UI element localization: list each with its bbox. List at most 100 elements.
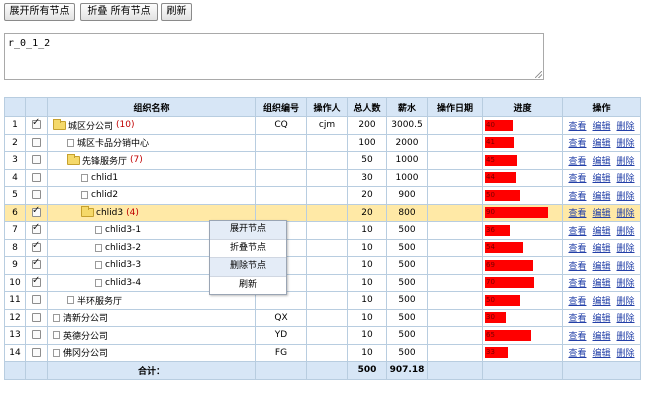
org-code: FG	[255, 343, 307, 362]
delete-link[interactable]: 删除	[617, 157, 635, 167]
view-link[interactable]: 查看	[568, 244, 586, 254]
table-row[interactable]: 9 chlid3-3 10 500 69 查看编辑删除	[4, 256, 641, 275]
menu-item-collapse-node[interactable]: 折叠节点	[210, 240, 286, 258]
org-name[interactable]: 英德分公司	[63, 329, 108, 342]
row-checkbox[interactable]	[32, 275, 41, 287]
edit-link[interactable]: 编辑	[592, 332, 610, 342]
row-checkbox[interactable]	[32, 117, 41, 130]
operation-date	[427, 221, 483, 240]
menu-item-expand-node[interactable]: 展开节点	[210, 221, 286, 240]
view-link[interactable]: 查看	[568, 332, 586, 342]
edit-link[interactable]: 编辑	[592, 297, 610, 307]
delete-link[interactable]: 删除	[617, 192, 635, 202]
delete-link[interactable]: 删除	[617, 297, 635, 307]
delete-link[interactable]: 删除	[617, 209, 635, 219]
org-name[interactable]: chlid3-2	[105, 243, 141, 253]
progress-bar: 50	[485, 189, 520, 201]
row-checkbox[interactable]	[32, 222, 41, 235]
row-checkbox[interactable]	[32, 172, 41, 182]
operation-date	[427, 238, 483, 257]
resize-grip-icon[interactable]	[535, 71, 542, 78]
view-link[interactable]: 查看	[568, 262, 586, 272]
delete-link[interactable]: 删除	[617, 332, 635, 342]
edit-link[interactable]: 编辑	[592, 227, 610, 237]
view-link[interactable]: 查看	[568, 122, 586, 132]
table-row[interactable]: 12 清新分公司 QX 10 500 30 查看 编辑 删除	[4, 308, 641, 327]
org-name[interactable]: chlid3-4	[105, 278, 141, 288]
org-name[interactable]: chlid3-1	[105, 225, 141, 235]
edit-link[interactable]: 编辑	[592, 139, 610, 149]
table-row[interactable]: 11 半环服务厅 10 500 50 查看 编辑 删除	[4, 291, 641, 310]
delete-link[interactable]: 删除	[617, 244, 635, 254]
view-link[interactable]: 查看	[568, 157, 586, 167]
edit-link[interactable]: 编辑	[592, 262, 610, 272]
delete-link[interactable]: 删除	[617, 279, 635, 289]
menu-item-refresh[interactable]: 刷新	[210, 277, 286, 295]
node-id-textarea[interactable]: r_0_1_2	[4, 33, 544, 80]
row-checkbox[interactable]	[32, 330, 41, 340]
menu-item-delete-node[interactable]: 删除节点	[210, 258, 286, 277]
edit-link[interactable]: 编辑	[592, 244, 610, 254]
table-row[interactable]: 4 chlid1 30 1000 44 查看 编辑 删除	[4, 168, 641, 187]
view-link[interactable]: 查看	[568, 297, 586, 307]
table-row[interactable]: 2 城区卡品分销中心 100 2000 41 查看 编辑 删除	[4, 133, 641, 152]
org-name[interactable]: chlid2	[91, 190, 118, 200]
delete-link[interactable]: 删除	[617, 122, 635, 132]
view-link[interactable]: 查看	[568, 279, 586, 289]
org-name[interactable]: 清新分公司	[63, 311, 108, 324]
table-row[interactable]: 10 chlid3-4 10 500 70 查看编辑删除	[4, 273, 641, 292]
org-name[interactable]: chlid1	[91, 173, 118, 183]
delete-link[interactable]: 删除	[617, 349, 635, 359]
row-checkbox[interactable]	[32, 155, 41, 165]
table-row[interactable]: 3 先锋服务厅 (7) 50 1000 45 查看 编辑 删除	[4, 151, 641, 170]
view-link[interactable]: 查看	[568, 192, 586, 202]
org-name[interactable]: chlid3	[96, 208, 123, 218]
total-people: 10	[347, 326, 387, 345]
refresh-button[interactable]: 刷新	[161, 3, 192, 21]
view-link[interactable]: 查看	[568, 349, 586, 359]
table-row[interactable]: 5 chlid2 20 900 50 查看 编辑 删除	[4, 186, 641, 205]
org-name[interactable]: 城区分公司	[68, 119, 113, 132]
row-checkbox[interactable]	[32, 190, 41, 200]
edit-link[interactable]: 编辑	[592, 209, 610, 219]
table-row[interactable]: 13 英德分公司 YD 10 500 65 查看 编辑 删除	[4, 326, 641, 345]
view-link[interactable]: 查看	[568, 227, 586, 237]
view-link[interactable]: 查看	[568, 314, 586, 324]
view-link[interactable]: 查看	[568, 174, 586, 184]
row-checkbox[interactable]	[32, 312, 41, 322]
expand-all-button[interactable]: 展开所有节点	[4, 3, 75, 21]
edit-link[interactable]: 编辑	[592, 157, 610, 167]
view-link[interactable]: 查看	[568, 139, 586, 149]
table-row[interactable]: 7 chlid3-1 10 500 36 查看编辑删除	[4, 221, 641, 240]
org-name[interactable]: 先锋服务厅	[82, 154, 127, 167]
table-row[interactable]: 14 佛冈分公司 FG 10 500 33 查看 编辑 删除	[4, 343, 641, 362]
row-checkbox[interactable]	[32, 205, 41, 217]
row-checkbox[interactable]	[32, 347, 41, 357]
row-checkbox[interactable]	[32, 137, 41, 147]
edit-link[interactable]: 编辑	[592, 122, 610, 132]
collapse-all-button[interactable]: 折叠 所有节点	[80, 3, 158, 21]
table-row[interactable]: 8 chlid3-2 10 500 54 查看编辑删除	[4, 238, 641, 257]
edit-link[interactable]: 编辑	[592, 279, 610, 289]
edit-link[interactable]: 编辑	[592, 349, 610, 359]
delete-link[interactable]: 删除	[617, 262, 635, 272]
delete-link[interactable]: 删除	[617, 139, 635, 149]
progress-bar: 54	[485, 242, 523, 254]
edit-link[interactable]: 编辑	[592, 314, 610, 324]
org-name[interactable]: 半环服务厅	[77, 294, 122, 307]
delete-link[interactable]: 删除	[617, 227, 635, 237]
org-name[interactable]: chlid3-3	[105, 260, 141, 270]
edit-link[interactable]: 编辑	[592, 174, 610, 184]
row-checkbox[interactable]	[32, 240, 41, 252]
org-name[interactable]: 城区卡品分销中心	[77, 136, 149, 149]
table-row[interactable]: 1 城区分公司(10) CQ cjm 200 3000.5 40 查看编辑删除	[4, 116, 641, 135]
org-name[interactable]: 佛冈分公司	[63, 346, 108, 359]
delete-link[interactable]: 删除	[617, 314, 635, 324]
edit-link[interactable]: 编辑	[592, 192, 610, 202]
view-link[interactable]: 查看	[568, 209, 586, 219]
operation-date	[427, 116, 483, 135]
row-checkbox[interactable]	[32, 295, 41, 305]
table-row[interactable]: 6 chlid3(4) 20 800 90 查看编辑删除	[4, 203, 641, 222]
row-checkbox[interactable]	[32, 257, 41, 270]
delete-link[interactable]: 删除	[617, 174, 635, 184]
